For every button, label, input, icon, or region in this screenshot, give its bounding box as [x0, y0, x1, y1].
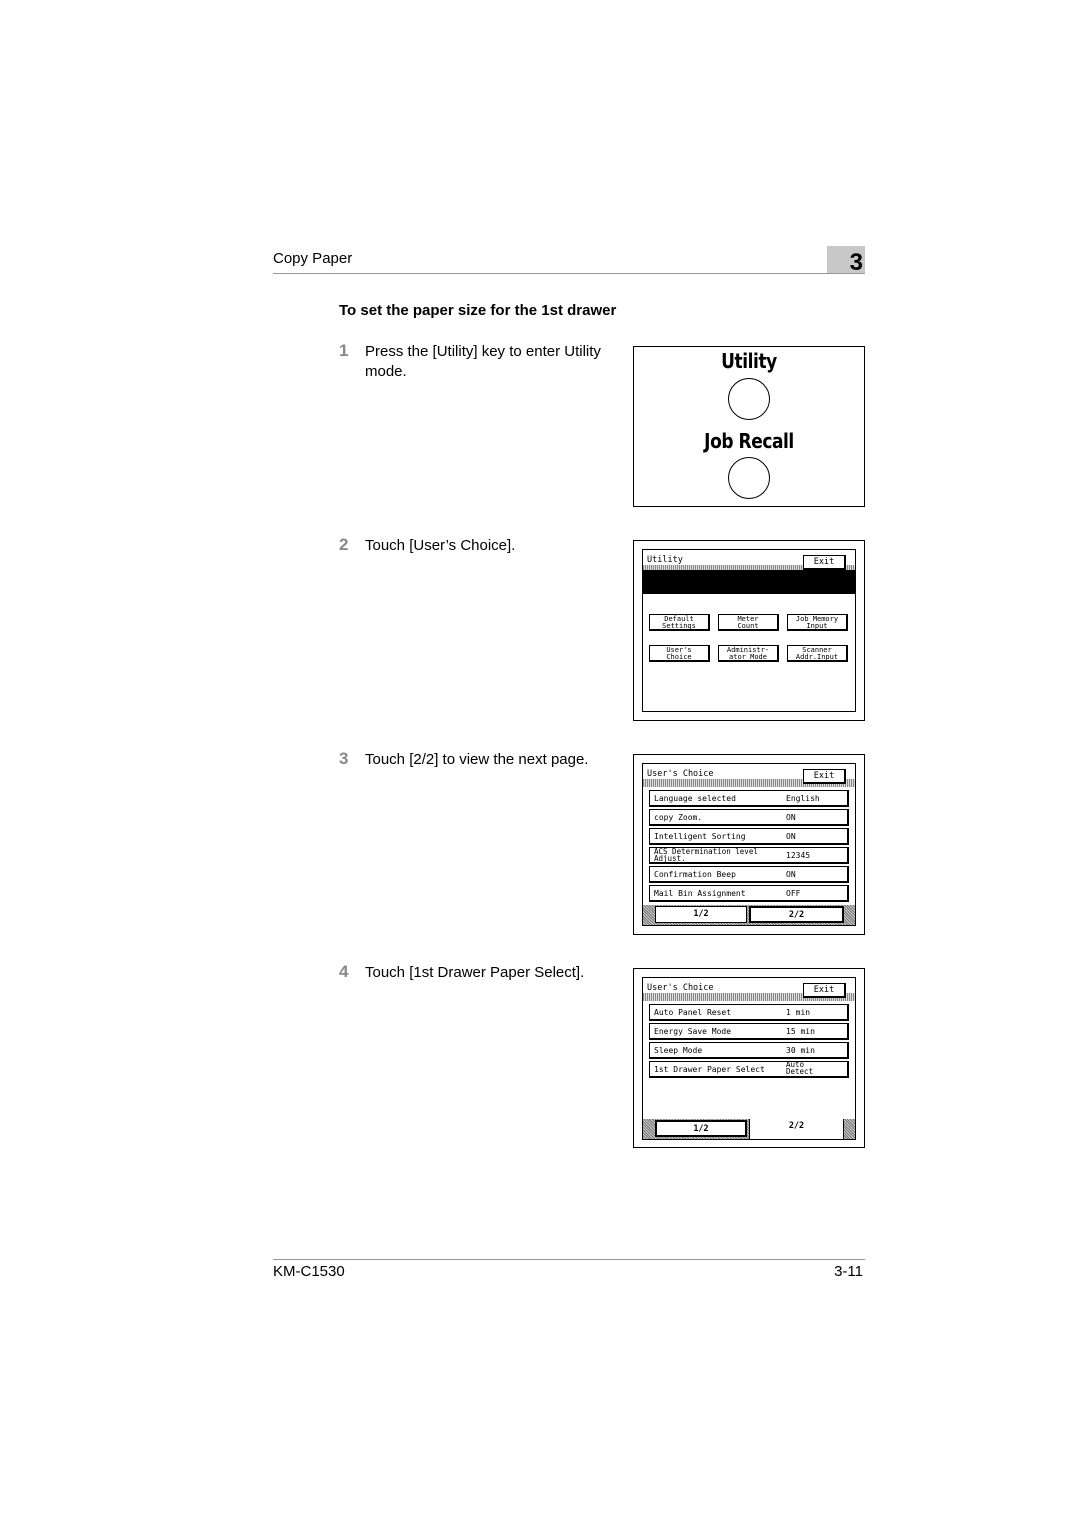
screen-title: User's Choice	[647, 983, 714, 993]
setting-row[interactable]: Confirmation Beep ON	[649, 866, 849, 883]
step-text: Touch [2/2] to view the next page.	[365, 751, 589, 768]
setting-label: Auto Panel Reset	[654, 1008, 732, 1017]
header-rule	[273, 273, 865, 274]
setting-row[interactable]: 1st Drawer Paper Select Auto Detect	[649, 1061, 849, 1078]
exit-button[interactable]: Exit	[803, 769, 846, 784]
setting-label: Confirmation Beep	[654, 870, 736, 879]
utility-screen-figure: Utility Exit Default Settings Meter Count Jo…	[633, 540, 865, 721]
exit-button[interactable]: Exit	[803, 983, 846, 998]
setting-value: 15 min	[786, 1027, 815, 1036]
button-label-line: Settings	[662, 621, 696, 630]
setting-row[interactable]: Energy Save Mode 15 min	[649, 1023, 849, 1040]
exit-button[interactable]: Exit	[803, 555, 846, 570]
setting-value: Auto Detect	[786, 1060, 814, 1076]
setting-value: ON	[786, 870, 796, 879]
setting-value: 12345	[786, 851, 811, 860]
control-panel-keys: Utility Job Recall	[633, 346, 865, 507]
utility-screen: Utility Exit Default Settings Meter Count Jo…	[642, 549, 856, 712]
job-recall-key-label: Job Recall	[704, 429, 794, 453]
utility-key-label: Utility	[721, 349, 777, 373]
model-name: KM-C1530	[273, 1263, 345, 1280]
setting-row[interactable]: copy Zoom. ON	[649, 809, 849, 826]
setting-value: 1 min	[786, 1008, 811, 1017]
button-label-line: Choice	[666, 652, 692, 661]
step-number: 4	[339, 962, 349, 981]
setting-label: Mail Bin Assignment	[654, 889, 746, 898]
setting-row[interactable]: Language selected English	[649, 790, 849, 807]
step-text: Touch [User’s Choice].	[365, 537, 516, 554]
setting-label: Energy Save Mode	[654, 1027, 732, 1036]
utility-menu-button[interactable]: Default Settings	[649, 614, 710, 631]
step-number: 3	[339, 749, 349, 768]
page-number: 3-11	[834, 1263, 863, 1280]
setting-row[interactable]: Intelligent Sorting ON	[649, 828, 849, 845]
setting-label: Language selected	[654, 794, 736, 803]
message-area	[643, 570, 855, 594]
users-choice-page2-figure: User's Choice Exit Auto Panel Reset 1 min…	[633, 968, 865, 1148]
setting-row[interactable]: Sleep Mode 30 min	[649, 1042, 849, 1059]
button-label-line: Input	[806, 621, 828, 630]
button-label-line: ator Mode	[729, 652, 767, 661]
step-text: Press the [Utility] key to enter Utility…	[365, 343, 601, 380]
utility-key[interactable]	[728, 378, 770, 420]
job-recall-key[interactable]	[728, 457, 770, 499]
utility-menu-button[interactable]: Administr-ator Mode	[718, 645, 779, 662]
footer-rule	[273, 1259, 865, 1260]
section-title: Copy Paper	[273, 250, 353, 267]
screen-title: Utility	[647, 555, 683, 565]
setting-value: OFF	[786, 889, 801, 898]
page-tabs: 1/2 2/2	[643, 1119, 855, 1139]
utility-menu-button[interactable]: Scanner Addr.Input	[787, 645, 848, 662]
screen-title: User's Choice	[647, 769, 714, 779]
button-label-line: Count	[737, 621, 759, 630]
setting-label: 1st Drawer Paper Select	[654, 1065, 765, 1074]
users-choice-screen-page2: User's Choice Exit Auto Panel Reset 1 min…	[642, 977, 856, 1140]
setting-row[interactable]: Mail Bin Assignment OFF	[649, 885, 849, 902]
tab-page-1[interactable]: 1/2	[655, 1120, 747, 1137]
procedure-heading: To set the paper size for the 1st drawer	[339, 302, 617, 319]
users-choice-screen-page1: User's Choice Exit Language selected Engl…	[642, 763, 856, 926]
page-tabs: 1/2 2/2	[643, 905, 855, 925]
setting-value: ON	[786, 813, 796, 822]
utility-menu-button[interactable]: Meter Count	[718, 614, 779, 631]
setting-label: copy Zoom.	[654, 813, 703, 822]
setting-value: ON	[786, 832, 796, 841]
setting-label: Intelligent Sorting	[654, 832, 746, 841]
utility-menu-button[interactable]: Job Memory Input	[787, 614, 848, 631]
step-number: 1	[339, 341, 349, 360]
button-label-line: Addr.Input	[795, 652, 839, 661]
setting-row[interactable]: ACS Determination level Adjust. 12345	[649, 847, 849, 864]
tab-page-2[interactable]: 2/2	[749, 1119, 844, 1139]
utility-menu-button[interactable]: User's Choice	[649, 645, 710, 662]
setting-value: English	[786, 794, 820, 803]
step-number: 2	[339, 535, 349, 554]
setting-label: ACS Determination level Adjust.	[654, 847, 758, 863]
tab-page-1[interactable]: 1/2	[655, 906, 747, 923]
chapter-number: 3	[827, 246, 865, 276]
tab-page-2[interactable]: 2/2	[749, 906, 844, 923]
step-text: Touch [1st Drawer Paper Select].	[365, 964, 585, 981]
users-choice-page1-figure: User's Choice Exit Language selected Engl…	[633, 754, 865, 935]
setting-value: 30 min	[786, 1046, 815, 1055]
setting-row[interactable]: Auto Panel Reset 1 min	[649, 1004, 849, 1021]
setting-label: Sleep Mode	[654, 1046, 703, 1055]
